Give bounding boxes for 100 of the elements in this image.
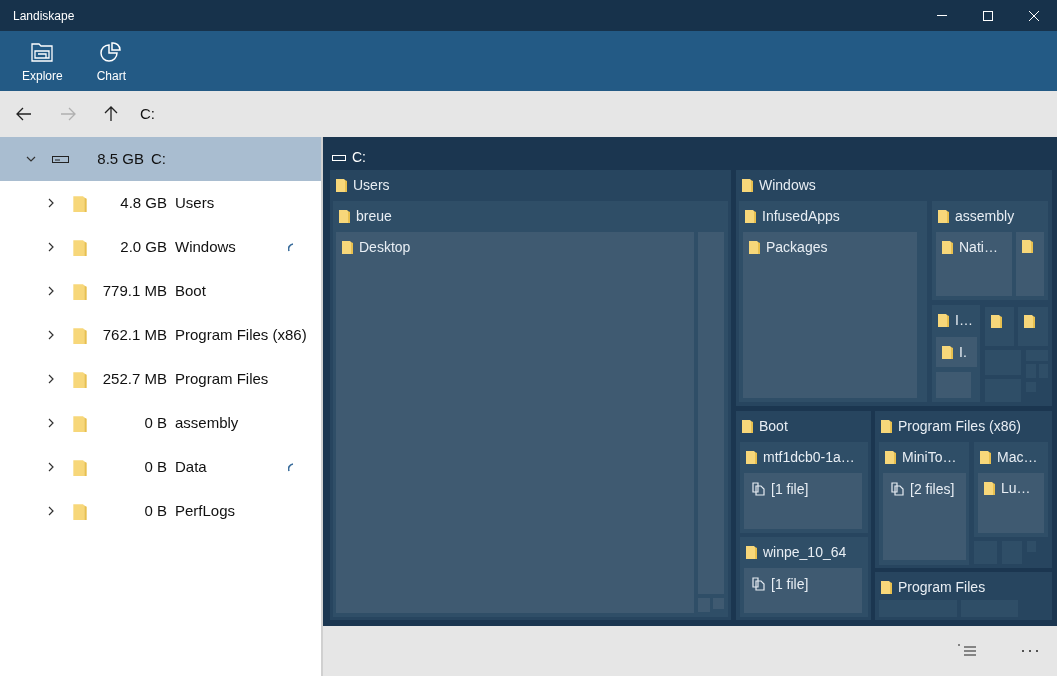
tile-label: Windows bbox=[759, 177, 816, 193]
folder-icon bbox=[980, 450, 991, 464]
folder-icon bbox=[881, 580, 892, 594]
file-tile[interactable]: [1 file] bbox=[744, 568, 862, 613]
back-arrow-icon bbox=[16, 107, 32, 121]
folder-icon bbox=[745, 209, 756, 223]
file-tile[interactable]: [2 files] bbox=[883, 473, 966, 560]
folder-icon bbox=[1024, 314, 1035, 328]
folder-icon bbox=[942, 240, 953, 254]
folder-tile[interactable]: Desktop bbox=[336, 232, 694, 613]
drive-icon bbox=[52, 155, 69, 163]
size-label: 2.0 GB bbox=[119, 236, 167, 257]
folder-icon bbox=[31, 42, 54, 62]
folder-icon bbox=[336, 178, 347, 192]
minimize-icon bbox=[937, 15, 947, 16]
tile-label: Program Files (x86) bbox=[898, 418, 1021, 434]
folder-icon bbox=[746, 450, 757, 464]
folder-tile[interactable]: Mac… Lu… bbox=[974, 442, 1048, 537]
file-tile[interactable]: [1 file] bbox=[744, 473, 862, 529]
tile-label: Desktop bbox=[359, 239, 411, 255]
tree-row[interactable]: 252.7 MB Program Files bbox=[0, 357, 321, 401]
tile-label: InfusedApps bbox=[762, 208, 840, 224]
size-label: 0 B bbox=[143, 456, 167, 477]
folder-tile[interactable]: Packages bbox=[743, 232, 917, 398]
loading-spinner-icon bbox=[288, 462, 294, 472]
folder-tile[interactable] bbox=[985, 307, 1014, 346]
tree-row[interactable]: 779.1 MB Boot bbox=[0, 269, 321, 313]
tile-label: [1 file] bbox=[771, 481, 809, 497]
back-button[interactable] bbox=[16, 107, 32, 121]
up-button[interactable] bbox=[104, 106, 118, 122]
item-name: assembly bbox=[175, 412, 239, 433]
folder-icon bbox=[938, 209, 949, 223]
item-name: PerfLogs bbox=[175, 500, 236, 521]
tree-row[interactable]: 4.8 GB Users bbox=[0, 181, 321, 225]
chart-button[interactable]: Chart bbox=[84, 31, 139, 85]
tile-label: Lu… bbox=[1001, 480, 1031, 496]
folder-tile[interactable]: Nati… bbox=[936, 232, 1012, 296]
folder-tile[interactable]: Users breue Desktop bbox=[330, 170, 731, 620]
folder-tile[interactable]: Program Files bbox=[875, 572, 1052, 620]
folder-icon bbox=[885, 450, 896, 464]
tile-label: Boot bbox=[759, 418, 788, 434]
folder-icon bbox=[73, 326, 87, 344]
item-name: Users bbox=[175, 192, 215, 213]
folder-tile[interactable]: Lu… bbox=[978, 473, 1044, 533]
tree-row[interactable]: 762.1 MB Program Files (x86) bbox=[0, 313, 321, 357]
tile-label: mtf1dcb0-1a… bbox=[763, 449, 855, 465]
folder-tile[interactable]: assembly Nati… bbox=[932, 201, 1048, 300]
tile-label: [2 files] bbox=[910, 481, 955, 497]
folder-tile[interactable] bbox=[1018, 307, 1048, 346]
pie-chart-icon bbox=[100, 42, 123, 62]
folder-tile[interactable]: mtf1dcb0-1a… [1 file] bbox=[740, 442, 868, 533]
explore-button[interactable]: Explore bbox=[10, 31, 75, 85]
tile-label: Packages bbox=[766, 239, 828, 255]
folder-icon bbox=[73, 414, 87, 432]
size-label: 4.8 GB bbox=[119, 192, 167, 213]
folder-icon bbox=[991, 314, 1002, 328]
folder-tile[interactable]: MiniTo… [2 files] bbox=[879, 442, 969, 565]
tile-label: Program Files bbox=[898, 579, 986, 595]
tree-row[interactable]: 0 B PerfLogs bbox=[0, 489, 321, 533]
tile-label: I. bbox=[959, 344, 967, 360]
folder-icon bbox=[742, 419, 753, 433]
folder-tile[interactable]: breue Desktop bbox=[333, 201, 728, 617]
files-icon bbox=[752, 577, 765, 591]
tile-label: [1 file] bbox=[771, 576, 809, 592]
path-label: C: bbox=[140, 103, 155, 124]
tree-row[interactable]: 0 B assembly bbox=[0, 401, 321, 445]
tree-row[interactable]: 8.5 GB C: bbox=[0, 137, 321, 181]
folder-tile[interactable]: I… I. bbox=[932, 305, 980, 402]
folder-tile[interactable]: InfusedApps Packages bbox=[739, 201, 927, 402]
folder-tile[interactable]: Boot mtf1dcb0-1a… [1 file] winpe_10_64 [1 file] bbox=[736, 411, 871, 620]
tree-row[interactable]: 0 B Data bbox=[0, 445, 321, 489]
more-icon bbox=[1021, 649, 1039, 653]
tile-label: I… bbox=[955, 312, 973, 328]
window-title: Landiskape bbox=[12, 7, 75, 25]
size-label: 762.1 MB bbox=[101, 324, 167, 345]
tile-label: Nati… bbox=[959, 239, 998, 255]
folder-icon bbox=[742, 178, 753, 192]
folder-tile[interactable]: Windows InfusedApps Packages assembly Nati… I… I. bbox=[736, 170, 1052, 406]
folder-icon bbox=[73, 502, 87, 520]
folder-tile[interactable]: I. bbox=[936, 337, 977, 367]
folder-icon bbox=[749, 240, 760, 254]
folder-icon bbox=[73, 238, 87, 256]
close-icon bbox=[1029, 10, 1039, 21]
tile-label: Mac… bbox=[997, 449, 1038, 465]
folder-icon bbox=[984, 481, 995, 495]
size-label: 0 B bbox=[143, 500, 167, 521]
folder-tile[interactable]: winpe_10_64 [1 file] bbox=[740, 537, 868, 617]
item-name: Program Files bbox=[175, 368, 269, 389]
folder-icon bbox=[881, 419, 892, 433]
item-name: C: bbox=[151, 148, 166, 169]
tile-label: winpe_10_64 bbox=[763, 544, 847, 560]
folder-tile[interactable] bbox=[1016, 232, 1044, 296]
size-label: 779.1 MB bbox=[101, 280, 167, 301]
folder-tile[interactable]: Program Files (x86) MiniTo… [2 files] Mac… Lu… bbox=[875, 411, 1052, 568]
maximize-icon bbox=[983, 10, 993, 21]
tile-label: Users bbox=[353, 177, 390, 193]
folder-icon bbox=[942, 345, 953, 359]
treemap-title: C: bbox=[352, 148, 366, 167]
tree-row[interactable]: 2.0 GB Windows bbox=[0, 225, 321, 269]
folder-icon bbox=[73, 194, 87, 212]
